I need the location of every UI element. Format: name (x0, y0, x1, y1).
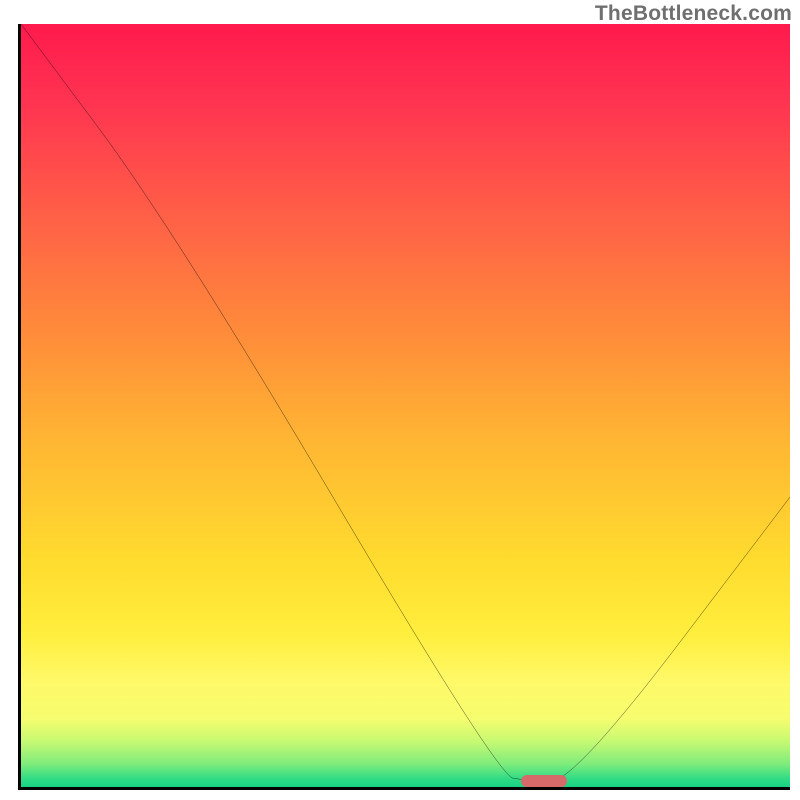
plot-area (18, 24, 790, 790)
bottleneck-chart: TheBottleneck.com (0, 0, 800, 800)
curve-svg (21, 24, 790, 787)
optimal-point-marker (521, 775, 567, 787)
watermark-text: TheBottleneck.com (595, 2, 792, 26)
bottleneck-curve-path (21, 24, 790, 781)
